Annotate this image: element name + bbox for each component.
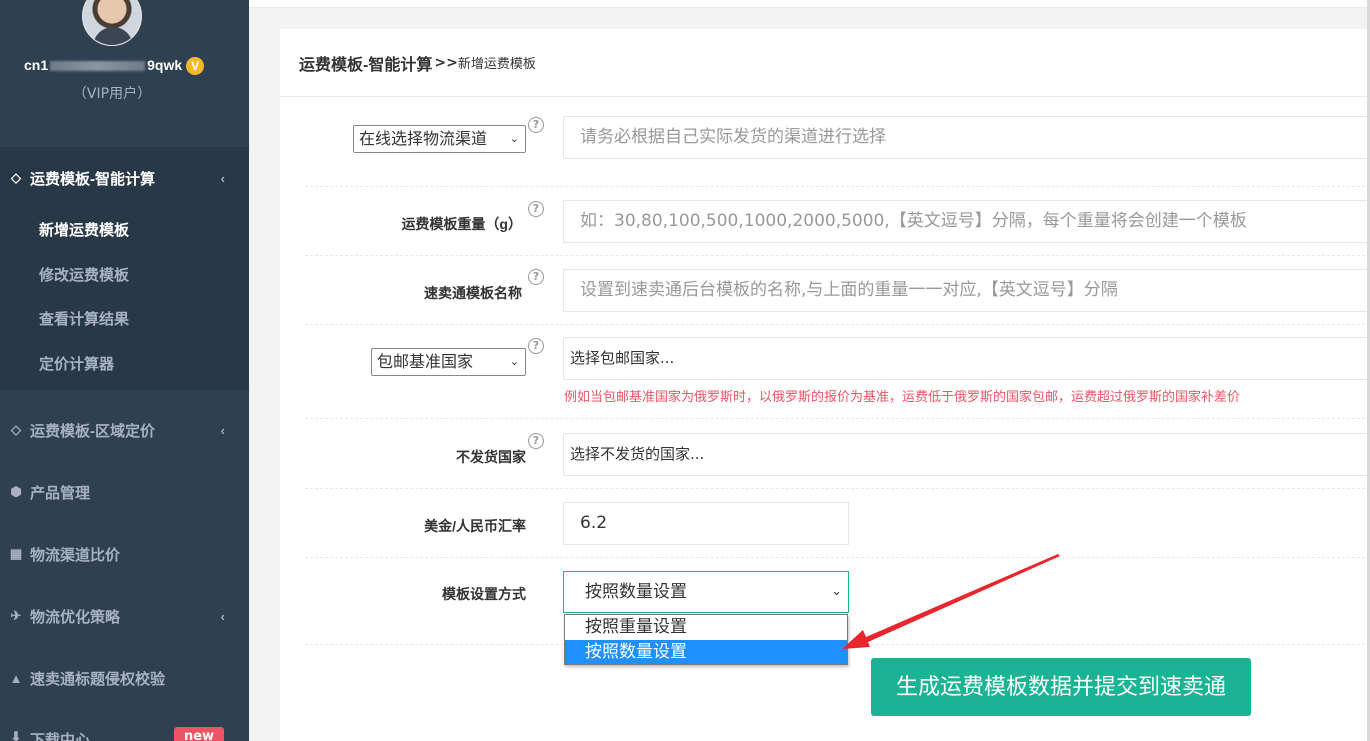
sidebar-item-pricing-calc[interactable]: 定价计算器	[0, 343, 249, 390]
nav-head-region[interactable]: ◇ 运费模板-区域定价 ‹	[0, 399, 249, 461]
divider	[305, 186, 1370, 187]
username[interactable]: cn1 9qwk V	[24, 57, 205, 76]
username-end: 9qwk	[147, 57, 183, 73]
nav-head-strategy[interactable]: ✈ 物流优化策略 ‹	[0, 585, 249, 647]
new-badge: new	[174, 727, 224, 741]
nav-label: 产品管理	[30, 484, 91, 502]
user-role: （VIP用户）	[72, 86, 152, 102]
base-country-select[interactable]: 包邮基准国家 ⌄	[371, 348, 526, 376]
mode-dropdown: 按照重量设置 按照数量设置	[564, 614, 848, 665]
vip-badge-icon: V	[186, 57, 205, 76]
page-subtitle: 新增运费模板	[457, 57, 536, 72]
nav-head-title-check[interactable]: ▲ 速卖通标题侵权校验	[0, 647, 249, 709]
no-ship-label: 不发货国家	[456, 449, 526, 465]
avatar[interactable]	[82, 0, 142, 46]
nav-head-smart-calc[interactable]: ◇ 运费模板-智能计算 ‹	[0, 147, 249, 209]
nav-label: 物流优化策略	[30, 608, 121, 626]
weight-input[interactable]: 如：30,80,100,500,1000,2000,5000,【英文逗号】分隔，…	[563, 200, 1370, 243]
warning-icon: ▲	[9, 670, 23, 686]
plane-icon: ✈	[10, 608, 22, 623]
breadcrumb: 运费模板-智能计算 >> 新增运费模板	[280, 29, 1370, 97]
nav-head-compare[interactable]: ▦ 物流渠道比价	[0, 523, 249, 585]
help-icon[interactable]: ?	[528, 117, 544, 133]
mode-option-quantity[interactable]: 按照数量设置	[565, 639, 847, 664]
nav-label: 速卖通标题侵权校验	[30, 670, 166, 688]
nav-label: 运费模板-智能计算	[30, 170, 155, 188]
nav-group-compare: ▦ 物流渠道比价	[0, 523, 249, 585]
template-name-label: 速卖通模板名称	[424, 285, 522, 301]
weight-label: 运费模板重量（g）	[401, 216, 522, 232]
submenu-smart-calc: 新增运费模板 修改运费模板 查看计算结果 定价计算器	[0, 209, 249, 390]
annotation-arrow-icon	[842, 554, 1060, 649]
mode-select[interactable]: 按照数量设置 ⌄	[563, 571, 849, 613]
no-ship-input[interactable]: 选择不发货的国家...	[563, 433, 1370, 476]
help-icon[interactable]: ?	[528, 433, 544, 449]
divider	[305, 255, 1370, 256]
sidebar-item-add-template[interactable]: 新增运费模板	[0, 209, 249, 254]
submit-button[interactable]: 生成运费模板数据并提交到速卖通	[871, 658, 1251, 716]
top-bar	[249, 0, 1370, 8]
sidebar-item-view-results[interactable]: 查看计算结果	[0, 298, 249, 343]
profile-section: cn1 9qwk V （VIP用户）	[0, 0, 249, 147]
diamond-icon: ◇	[11, 422, 21, 437]
nav-group-smart-calc: ◇ 运费模板-智能计算 ‹ 新增运费模板 修改运费模板 查看计算结果 定价计算器	[0, 147, 249, 390]
mode-label: 模板设置方式	[442, 586, 526, 602]
rate-label: 美金/人民币汇率	[424, 518, 526, 534]
breadcrumb-separator: >>	[434, 54, 458, 71]
channel-select-value: 在线选择物流渠道	[359, 129, 488, 148]
nav-group-region: ◇ 运费模板-区域定价 ‹	[0, 399, 249, 461]
chevron-down-icon: ⌄	[509, 355, 519, 368]
sidebar-item-edit-template[interactable]: 修改运费模板	[0, 254, 249, 299]
download-icon: ⬇	[10, 729, 22, 741]
mode-select-value: 按照数量设置	[585, 582, 687, 602]
base-country-input[interactable]: 选择包邮国家...	[563, 337, 1370, 380]
channel-input[interactable]: 请务必根据自己实际发货的渠道进行选择	[563, 116, 1370, 159]
help-icon[interactable]: ?	[528, 269, 544, 285]
cube-icon: ⬢	[10, 484, 22, 499]
calculator-icon: ▦	[9, 546, 23, 561]
diamond-icon: ◇	[11, 170, 21, 185]
divider	[305, 488, 1370, 489]
nav-group-strategy: ✈ 物流优化策略 ‹	[0, 585, 249, 647]
sidebar: cn1 9qwk V （VIP用户） ◇ 运费模板-智能计算 ‹ 新增运费模板 修改…	[0, 0, 249, 741]
username-redaction	[50, 61, 146, 72]
nav-head-products[interactable]: ⬢ 产品管理	[0, 461, 249, 523]
divider	[305, 418, 1370, 419]
nav-label: 物流渠道比价	[30, 546, 121, 564]
help-icon[interactable]: ?	[528, 201, 544, 217]
chevron-left-icon: ‹	[220, 170, 225, 186]
nav-group-products: ⬢ 产品管理	[0, 461, 249, 523]
base-country-select-value: 包邮基准国家	[377, 352, 474, 371]
divider	[305, 324, 1370, 325]
nav-label: 下载中心	[30, 732, 91, 741]
channel-select[interactable]: 在线选择物流渠道 ⌄	[353, 125, 526, 153]
chevron-down-icon: ⌄	[509, 132, 519, 145]
rate-input[interactable]: 6.2	[563, 502, 849, 545]
help-icon[interactable]: ?	[528, 338, 544, 354]
template-name-input[interactable]: 设置到速卖通后台模板的名称,与上面的重量一一对应,【英文逗号】分隔	[563, 269, 1370, 312]
mode-option-weight[interactable]: 按照重量设置	[565, 615, 847, 640]
base-country-hint: 例如当包邮基准国家为俄罗斯时，以俄罗斯的报价为基准，运费低于俄罗斯的国家包邮，运…	[564, 390, 1241, 405]
nav-group-title-check: ▲ 速卖通标题侵权校验	[0, 647, 249, 709]
chevron-left-icon: ‹	[220, 422, 225, 438]
nav-label: 运费模板-区域定价	[30, 422, 155, 440]
chevron-left-icon: ‹	[220, 608, 225, 624]
username-start: cn1	[24, 57, 49, 73]
page-title: 运费模板-智能计算	[299, 56, 433, 74]
